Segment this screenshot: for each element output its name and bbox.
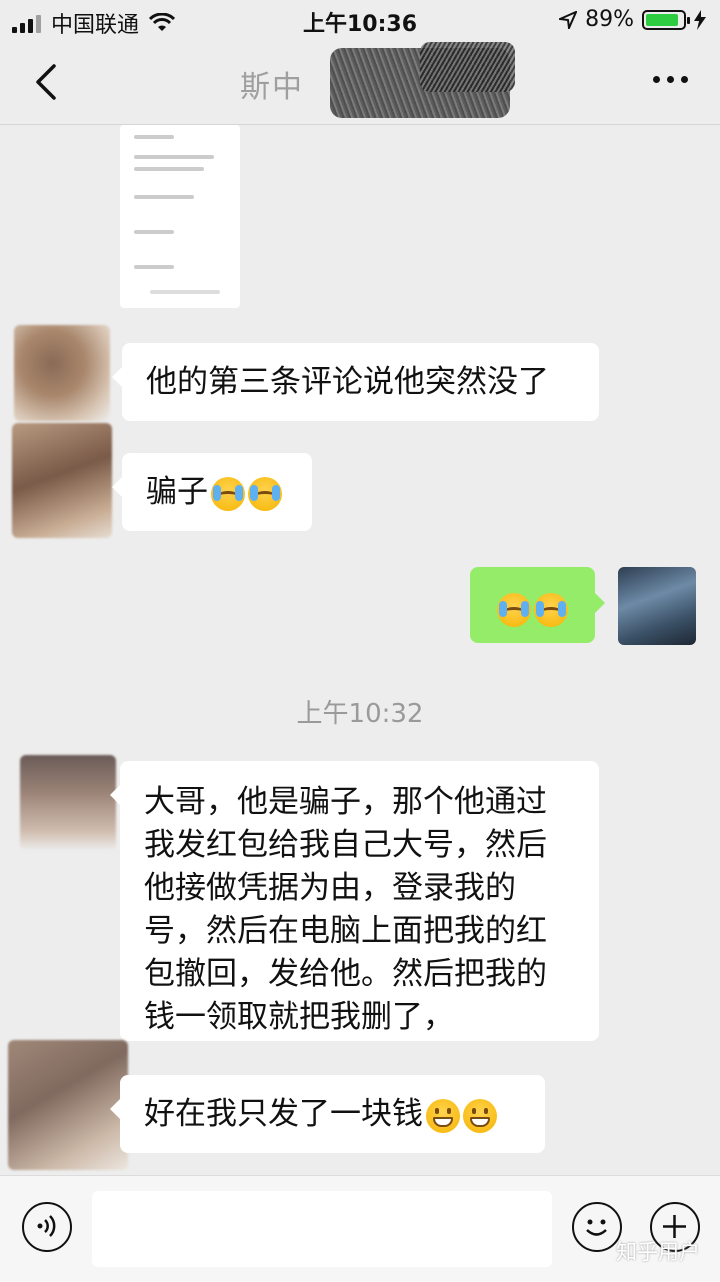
voice-waves [37, 1215, 56, 1237]
avatar[interactable] [20, 755, 116, 851]
battery-fill [646, 13, 679, 26]
voice-icon[interactable] [22, 1202, 72, 1252]
chat-title: 斯中 [240, 70, 304, 105]
status-right: 89% [559, 7, 706, 32]
cry-laugh-emoji-icon [211, 476, 245, 511]
message-text: 好在我只发了一块钱 [144, 1096, 423, 1132]
my-avatar[interactable] [618, 567, 696, 645]
message-bubble-sent[interactable] [470, 567, 605, 643]
message-text: 骗子 [146, 474, 208, 510]
message-text: 大哥，他是骗子，那个他通过我发红包给我自己大号，然后他接做凭据为由，登录我的号，… [144, 784, 547, 1035]
more-icon[interactable] [653, 76, 688, 83]
status-bar: 中国联通 上午10:36 89% [0, 0, 720, 40]
message-bubble[interactable]: 骗子 [112, 453, 312, 531]
avatar[interactable] [12, 423, 112, 538]
cry-laugh-emoji-icon [248, 476, 282, 511]
image-message-thumbnail[interactable] [120, 125, 240, 308]
message-text: 他的第三条评论说他突然没了 [146, 364, 549, 400]
charging-icon [694, 9, 706, 30]
smile-face [586, 1219, 607, 1236]
watermark: 知乎用户 [616, 1240, 700, 1264]
chat-area[interactable]: 他的第三条评论说他突然没了 骗子 上午10:32 大哥，他是骗子，那个他通过我发… [0, 125, 720, 1175]
message-bubble[interactable]: 好在我只发了一块钱 [110, 1075, 545, 1153]
cry-laugh-emoji-icon [497, 592, 531, 627]
message-timestamp: 上午10:32 [296, 699, 424, 729]
message-bubble[interactable]: 他的第三条评论说他突然没了 [112, 343, 599, 421]
input-bar [0, 1175, 720, 1282]
cry-laugh-emoji-icon [534, 592, 568, 627]
grin-emoji-icon [463, 1098, 497, 1133]
battery-icon [642, 9, 690, 30]
message-bubble[interactable]: 大哥，他是骗子，那个他通过我发红包给我自己大号，然后他接做凭据为由，登录我的号，… [110, 761, 599, 1041]
chat-header: 斯中 [0, 40, 720, 125]
emoji-icon[interactable] [572, 1202, 622, 1252]
back-icon[interactable] [28, 60, 68, 104]
grin-emoji-icon [426, 1098, 460, 1133]
location-arrow-icon [559, 10, 578, 29]
avatar[interactable] [14, 325, 110, 421]
message-input[interactable] [92, 1191, 552, 1267]
redaction-scribble [420, 42, 515, 92]
battery-percent: 89% [585, 7, 634, 32]
